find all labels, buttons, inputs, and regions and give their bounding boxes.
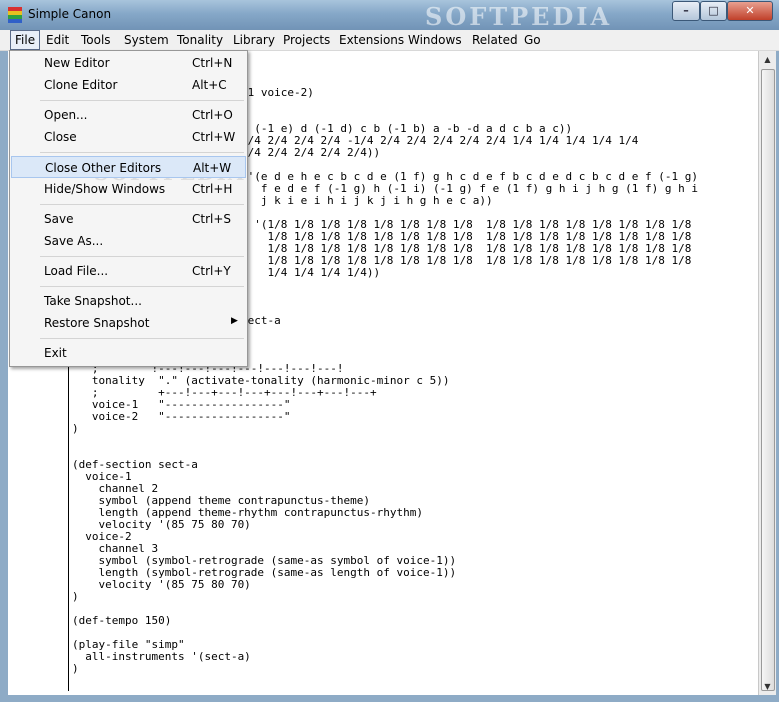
menu-file[interactable]: File bbox=[10, 30, 41, 50]
title-bar[interactable]: Simple Canon SOFTPEDIA – □ ✕ bbox=[0, 0, 779, 31]
menu-item-label: New Editor bbox=[44, 56, 110, 70]
menu-extensions[interactable]: Extensions bbox=[335, 30, 408, 50]
close-button[interactable]: ✕ bbox=[727, 1, 773, 21]
menu-item-save-as[interactable]: Save As... bbox=[11, 230, 246, 252]
scroll-down-icon[interactable]: ▼ bbox=[759, 678, 776, 695]
menu-library[interactable]: Library bbox=[229, 30, 279, 50]
menu-item-hide-show-windows[interactable]: Hide/Show Windows Ctrl+H bbox=[11, 178, 246, 200]
menu-item-new-editor[interactable]: New Editor Ctrl+N bbox=[11, 52, 246, 74]
menu-item-label: Hide/Show Windows bbox=[44, 182, 166, 196]
app-icon bbox=[8, 7, 22, 23]
menu-separator bbox=[40, 152, 244, 153]
menu-item-label: Take Snapshot... bbox=[44, 294, 142, 308]
menu-item-close[interactable]: Close Ctrl+W bbox=[11, 126, 246, 148]
menu-item-save[interactable]: Save Ctrl+S bbox=[11, 208, 246, 230]
menu-item-shortcut: Ctrl+W bbox=[192, 130, 236, 144]
menu-projects[interactable]: Projects bbox=[279, 30, 334, 50]
vertical-scrollbar[interactable]: ▲ ▼ bbox=[758, 51, 776, 695]
menu-separator bbox=[40, 256, 244, 257]
window-frame-bottom bbox=[0, 695, 779, 702]
close-icon: ✕ bbox=[745, 4, 755, 17]
menu-item-label: Save As... bbox=[44, 234, 104, 248]
menu-item-label: Close Other Editors bbox=[45, 161, 162, 175]
menu-item-shortcut: Ctrl+O bbox=[192, 108, 233, 122]
menu-go[interactable]: Go bbox=[520, 30, 545, 50]
menu-tools[interactable]: Tools bbox=[77, 30, 115, 50]
window-title: Simple Canon bbox=[28, 7, 112, 21]
softpedia-watermark: SOFTPEDIA bbox=[425, 2, 613, 31]
menu-item-load-file[interactable]: Load File... Ctrl+Y bbox=[11, 260, 246, 282]
menu-edit[interactable]: Edit bbox=[42, 30, 73, 50]
submenu-arrow-icon: ▶ bbox=[231, 316, 238, 326]
menu-item-shortcut: Ctrl+N bbox=[192, 56, 233, 70]
menu-item-restore-snapshot[interactable]: Restore Snapshot ▶ bbox=[11, 312, 246, 334]
menu-system[interactable]: System bbox=[120, 30, 173, 50]
menu-item-label: Restore Snapshot bbox=[44, 316, 150, 330]
menu-separator bbox=[40, 204, 244, 205]
menu-windows[interactable]: Windows bbox=[404, 30, 466, 50]
window-frame-left bbox=[0, 51, 8, 702]
menu-item-label: Clone Editor bbox=[44, 78, 118, 92]
minimize-button[interactable]: – bbox=[672, 1, 700, 21]
menu-item-close-other-editors[interactable]: Close Other Editors Alt+W bbox=[11, 156, 246, 178]
code-text-partial: -1 voice-2) e (-1 e) d (-1 d) c b (-1 b)… bbox=[241, 86, 698, 327]
menu-item-shortcut: Ctrl+Y bbox=[192, 264, 231, 278]
menu-separator bbox=[40, 286, 244, 287]
menu-item-shortcut: Ctrl+S bbox=[192, 212, 232, 226]
menu-item-label: Open... bbox=[44, 108, 88, 122]
menu-item-shortcut: Alt+C bbox=[192, 78, 227, 92]
menu-related[interactable]: Related bbox=[468, 30, 522, 50]
menu-item-label: Save bbox=[44, 212, 74, 226]
menu-item-open[interactable]: Open... Ctrl+O bbox=[11, 104, 246, 126]
maximize-button[interactable]: □ bbox=[700, 1, 727, 21]
scrollbar-thumb[interactable] bbox=[761, 69, 775, 691]
scroll-up-icon[interactable]: ▲ bbox=[759, 51, 776, 68]
menu-bar: File Edit Tools System Tonality Library … bbox=[0, 30, 779, 51]
maximize-icon: □ bbox=[708, 4, 719, 17]
menu-item-shortcut: Ctrl+H bbox=[192, 182, 233, 196]
menu-item-shortcut: Alt+W bbox=[193, 161, 232, 175]
menu-item-label: Exit bbox=[44, 346, 67, 360]
menu-item-clone-editor[interactable]: Clone Editor Alt+C bbox=[11, 74, 246, 96]
minimize-icon: – bbox=[683, 4, 689, 17]
code-text: ; !---!---!---!---!---!---!---! tonality… bbox=[72, 362, 457, 675]
menu-tonality[interactable]: Tonality bbox=[173, 30, 227, 50]
menu-separator bbox=[40, 100, 244, 101]
menu-item-label: Close bbox=[44, 130, 77, 144]
file-menu-dropdown: SOFTPEDIA New Editor Ctrl+N Clone Editor… bbox=[9, 50, 248, 367]
menu-item-label: Load File... bbox=[44, 264, 109, 278]
menu-separator bbox=[40, 338, 244, 339]
menu-item-exit[interactable]: Exit bbox=[11, 342, 246, 364]
menu-item-take-snapshot[interactable]: Take Snapshot... bbox=[11, 290, 246, 312]
